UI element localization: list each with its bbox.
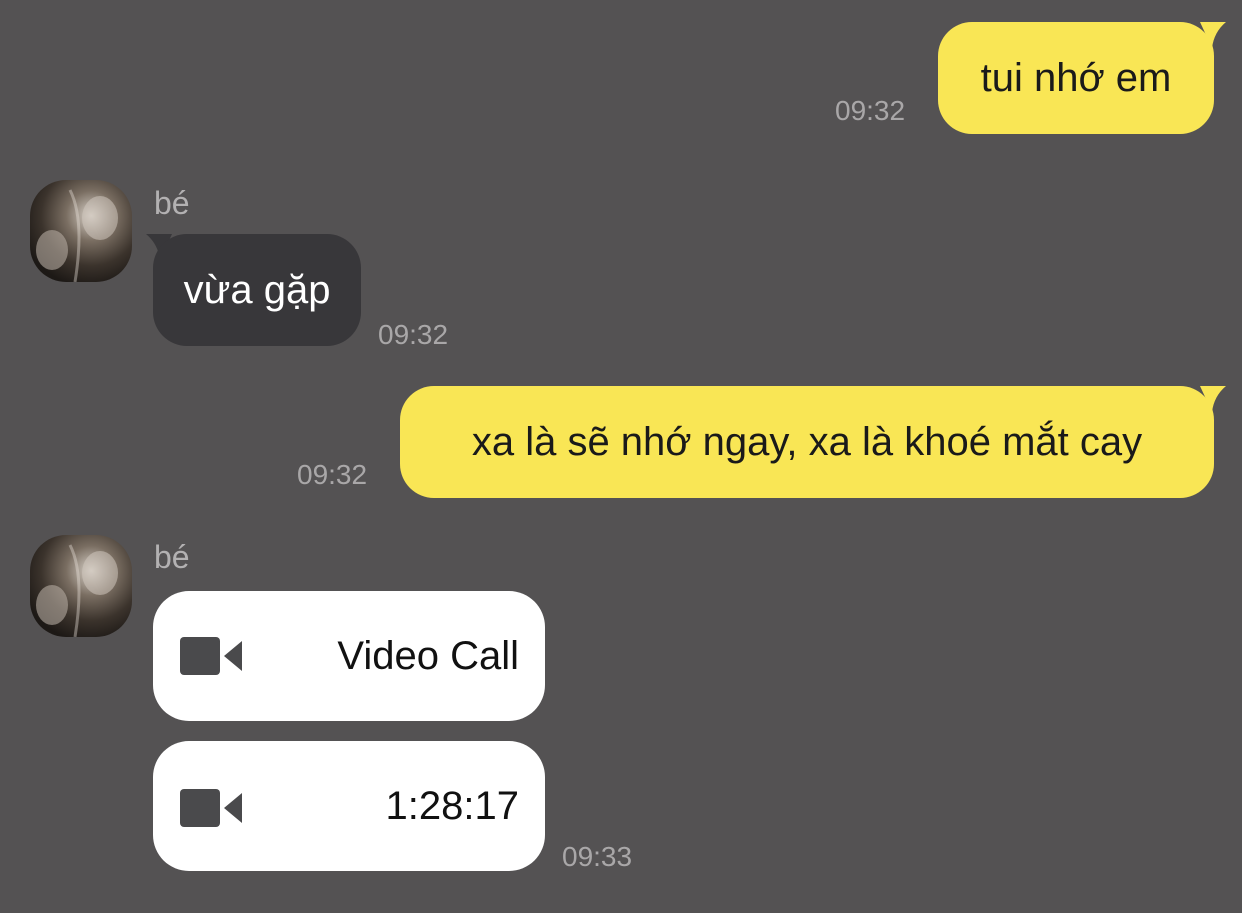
avatar-image (30, 180, 132, 282)
message-timestamp: 09:33 (562, 841, 633, 872)
sender-name: bé (154, 539, 190, 575)
video-call-card[interactable]: Video Call (153, 591, 545, 721)
bubble-tail (1200, 22, 1226, 48)
avatar-image (30, 535, 132, 637)
video-camera-icon (180, 789, 242, 827)
message-timestamp: 09:32 (297, 459, 368, 490)
outgoing-message-bubble[interactable]: xa là sẽ nhớ ngay, xa là khoé mắt cay (400, 386, 1214, 498)
video-camera-icon (180, 637, 242, 675)
message-text: vừa gặp (183, 268, 331, 312)
call-duration: 1:28:17 (385, 784, 519, 828)
bubble-tail (1200, 386, 1226, 412)
sender-name: bé (154, 185, 190, 221)
outgoing-message-bubble[interactable]: tui nhớ em (938, 22, 1214, 134)
message-timestamp: 09:32 (378, 319, 449, 350)
message-timestamp: 09:32 (835, 95, 906, 126)
avatar[interactable] (30, 535, 132, 637)
avatar[interactable] (30, 180, 132, 282)
message-text: tui nhớ em (980, 56, 1172, 100)
call-label: Video Call (337, 634, 519, 678)
video-call-duration-card[interactable]: 1:28:17 (153, 741, 545, 871)
message-text: xa là sẽ nhớ ngay, xa là khoé mắt cay (471, 420, 1143, 464)
incoming-message-bubble[interactable]: vừa gặp (153, 234, 361, 346)
